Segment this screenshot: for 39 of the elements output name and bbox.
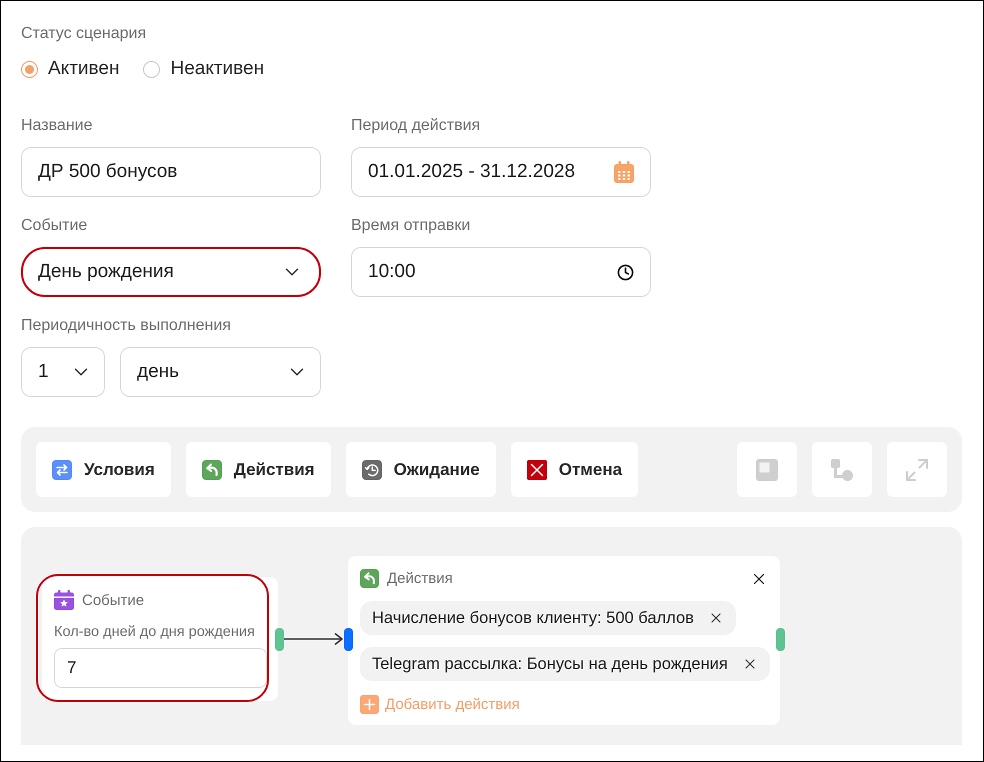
actions-button[interactable]: Действия bbox=[186, 442, 331, 497]
action-text: Начисление бонусов клиенту: 500 баллов bbox=[372, 608, 694, 628]
node-title: Событие bbox=[82, 592, 144, 608]
text-field[interactable]: ДР 500 бонусов bbox=[21, 147, 321, 197]
connection-handle[interactable] bbox=[344, 628, 353, 651]
field-label: Время отправки bbox=[351, 216, 470, 236]
date-range-field[interactable]: 01.01.2025 - 31.12.2028 bbox=[351, 147, 651, 197]
clock-history-icon bbox=[362, 460, 382, 480]
field-label: Статус сценария bbox=[21, 24, 146, 44]
calendar-icon bbox=[614, 161, 634, 183]
actions-node[interactable]: Действия Начисление бонусов клиенту: 500 баллов Telegram рассылка: Бонусы на день рождения Добавить действия bbox=[348, 556, 780, 725]
field-label: Период действия bbox=[351, 116, 480, 136]
action-text: Telegram рассылка: Бонусы на день рождения bbox=[372, 654, 728, 674]
connector-arrow bbox=[284, 632, 344, 646]
x-mark-icon bbox=[526, 460, 547, 480]
field-label: Название bbox=[21, 116, 92, 136]
connection-handle[interactable] bbox=[275, 628, 284, 651]
wait-button[interactable]: Ожидание bbox=[346, 442, 496, 497]
swap-arrows-icon bbox=[52, 460, 72, 480]
node-title: Действия bbox=[387, 570, 453, 587]
time-field[interactable]: 10:00 bbox=[351, 247, 651, 297]
conditions-button[interactable]: Условия bbox=[36, 442, 171, 497]
minimap-icon bbox=[756, 458, 778, 480]
expand-icon bbox=[906, 458, 928, 480]
radio-option[interactable]: Неактивен bbox=[143, 58, 264, 80]
plus-icon bbox=[360, 695, 379, 714]
dropdown-select[interactable]: День рождения bbox=[21, 247, 321, 297]
connection-handle[interactable] bbox=[776, 628, 785, 651]
dropdown-select[interactable]: день bbox=[120, 347, 321, 397]
field-label: Периодичность выполнения bbox=[21, 316, 231, 336]
dropdown-select[interactable]: 1 bbox=[21, 347, 105, 397]
cancel-button[interactable]: Отмена bbox=[510, 442, 638, 497]
event-node[interactable]: Событие Кол-во дней до дня рождения 7 bbox=[42, 577, 278, 701]
field-label: Кол-во дней до дня рождения bbox=[54, 624, 256, 640]
field-label: Событие bbox=[21, 216, 88, 236]
days-input[interactable]: 7 bbox=[54, 648, 267, 688]
radio-option[interactable]: Активен bbox=[21, 58, 120, 80]
connected-nodes-icon bbox=[831, 458, 853, 480]
clock-icon bbox=[617, 264, 634, 280]
